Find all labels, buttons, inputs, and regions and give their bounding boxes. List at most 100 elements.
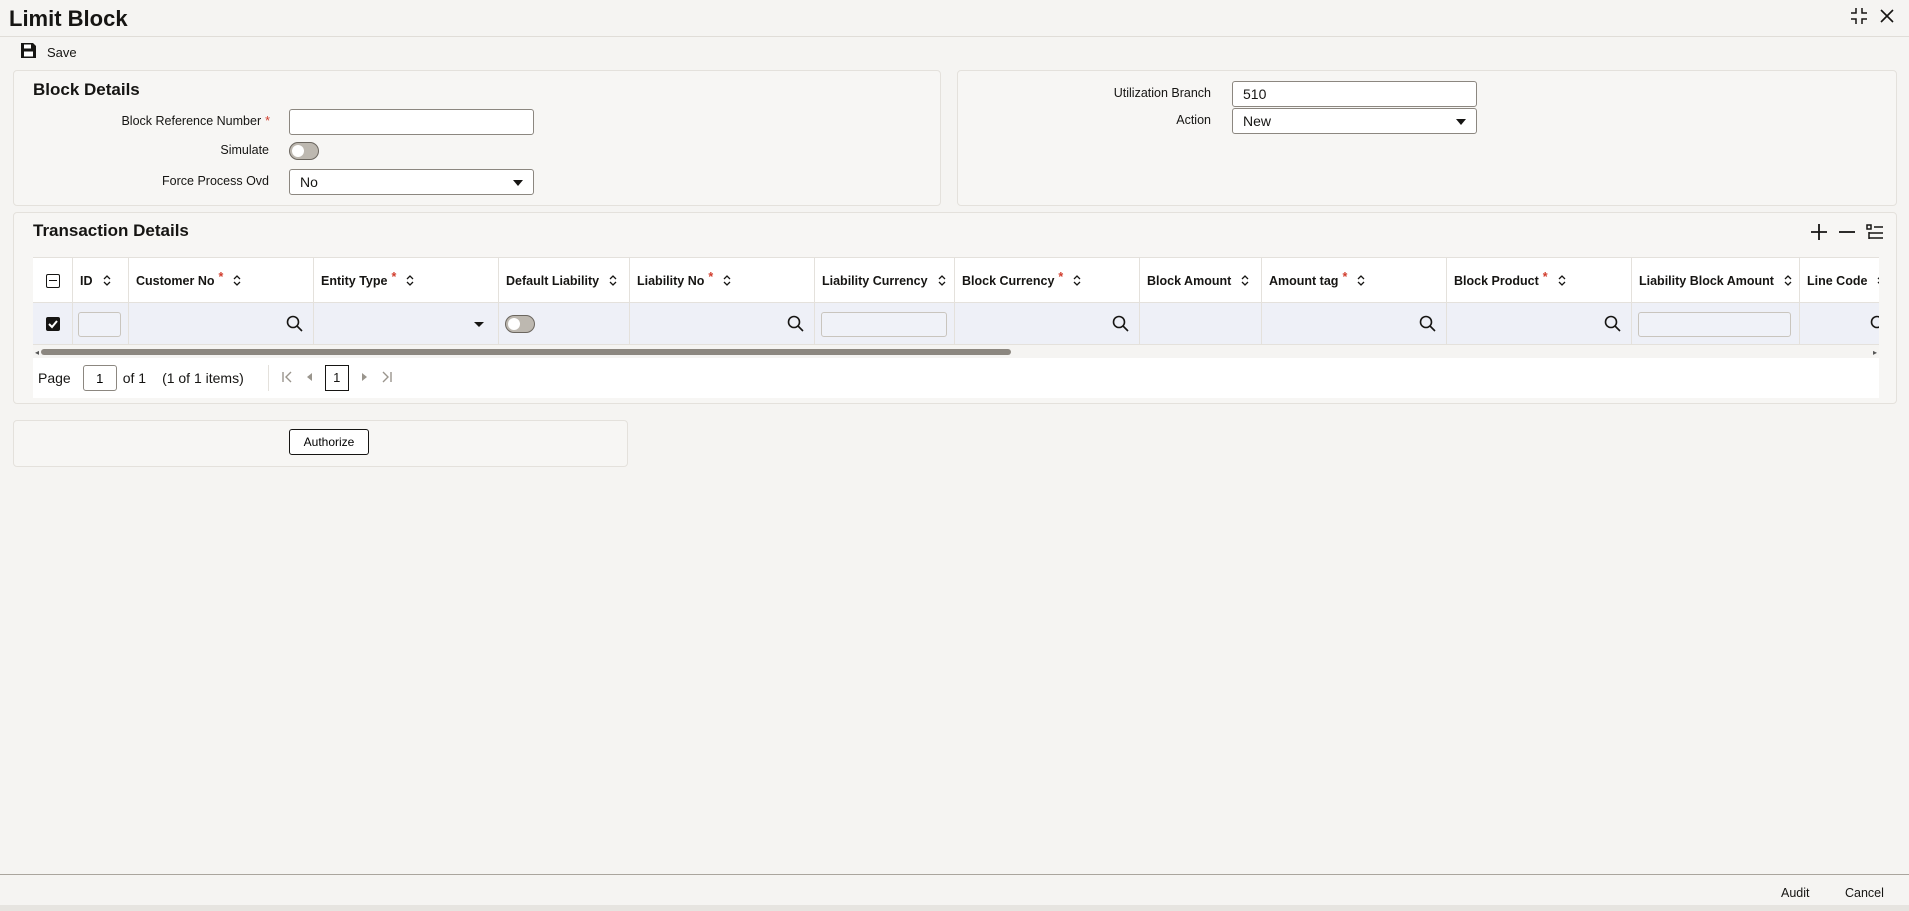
simulate-toggle[interactable]: [289, 142, 319, 160]
title-bar: Limit Block: [0, 0, 1909, 36]
transaction-table: ID Customer No * Entity Type * Default Lia…: [33, 257, 1879, 358]
scrollbar-thumb[interactable]: [41, 349, 1011, 355]
collapse-icon[interactable]: [1849, 6, 1869, 26]
action-select[interactable]: New: [1232, 108, 1477, 134]
search-icon[interactable]: [787, 315, 804, 335]
search-icon[interactable]: [1604, 315, 1621, 335]
scroll-right-arrow-icon[interactable]: ▸: [1873, 348, 1877, 357]
required-marker: *: [1058, 269, 1064, 284]
id-cell: [73, 303, 129, 345]
block-product-cell[interactable]: [1447, 303, 1632, 345]
action-label: Action: [1176, 113, 1211, 127]
column-header-liability-currency[interactable]: Liability Currency: [815, 258, 955, 303]
sort-icon: [1877, 275, 1879, 286]
current-page-button[interactable]: 1: [324, 365, 349, 391]
sort-icon: [233, 275, 241, 286]
block-amount-cell[interactable]: [1140, 303, 1262, 345]
add-row-icon[interactable]: [1809, 222, 1829, 242]
sort-icon: [1784, 275, 1792, 286]
column-label: Line Code: [1807, 273, 1868, 288]
first-page-icon[interactable]: [281, 371, 293, 386]
sort-icon: [103, 275, 111, 286]
search-icon[interactable]: [1870, 315, 1879, 335]
liability-currency-cell: [815, 303, 955, 345]
page-nav: 1: [267, 365, 393, 391]
save-button[interactable]: Save: [20, 42, 77, 62]
required-marker: *: [1542, 269, 1548, 284]
column-header-liability-block-amount[interactable]: Liability Block Amount: [1632, 258, 1800, 303]
default-liability-toggle[interactable]: [505, 315, 535, 333]
liability-currency-input[interactable]: [821, 312, 947, 337]
column-header-block-currency[interactable]: Block Currency *: [955, 258, 1140, 303]
utilization-branch-label: Utilization Branch: [1113, 86, 1211, 100]
block-details-title: Block Details: [33, 80, 140, 99]
column-label: ID: [80, 273, 93, 288]
scroll-left-arrow-icon[interactable]: ◂: [35, 348, 39, 357]
liability-block-amount-input[interactable]: [1638, 312, 1791, 337]
last-page-icon[interactable]: [381, 371, 393, 386]
pagination: Page of 1 (1 of 1 items) 1: [33, 358, 1879, 398]
column-label: Entity Type: [321, 273, 388, 288]
column-header-liability-no[interactable]: Liability No *: [630, 258, 815, 303]
column-header-entity-type[interactable]: Entity Type *: [314, 258, 499, 303]
single-view-icon[interactable]: [1865, 222, 1885, 242]
id-input[interactable]: [78, 312, 121, 337]
required-marker: *: [265, 114, 270, 128]
required-marker: *: [708, 269, 714, 284]
liability-block-amount-cell: [1632, 303, 1800, 345]
horizontal-scrollbar[interactable]: ◂ ▸: [33, 345, 1879, 358]
audit-button[interactable]: Audit: [1781, 883, 1810, 903]
page-of-label: of 1: [122, 370, 147, 386]
column-label: Liability Block Amount: [1639, 273, 1774, 288]
required-marker: *: [218, 269, 224, 284]
page-input[interactable]: [82, 365, 117, 391]
footer-divider: [0, 905, 1909, 911]
force-process-ovd-value: No: [300, 174, 318, 190]
customer-no-cell[interactable]: [129, 303, 314, 345]
checkbox-partial-icon[interactable]: [46, 273, 60, 288]
column-header-amount-tag[interactable]: Amount tag *: [1262, 258, 1447, 303]
required-marker: *: [1342, 269, 1348, 284]
column-header-line-code[interactable]: Line Code: [1800, 258, 1879, 303]
chevron-down-icon: [513, 180, 523, 186]
utilization-branch-input[interactable]: [1232, 81, 1477, 107]
sort-icon: [1073, 275, 1081, 286]
page-label: Page: [38, 370, 71, 386]
sort-icon: [1241, 275, 1249, 286]
toolbar: Save: [0, 36, 1909, 66]
window-controls: [1849, 6, 1897, 26]
column-label: Block Product: [1454, 273, 1539, 288]
authorize-button[interactable]: Authorize: [289, 429, 369, 455]
footer: Audit Cancel: [0, 874, 1909, 911]
next-page-icon[interactable]: [361, 371, 369, 385]
line-code-cell[interactable]: [1800, 303, 1879, 345]
transaction-details-title: Transaction Details: [33, 221, 189, 240]
liability-no-cell[interactable]: [630, 303, 815, 345]
column-header-block-product[interactable]: Block Product *: [1447, 258, 1632, 303]
amount-tag-cell[interactable]: [1262, 303, 1447, 345]
delete-row-icon[interactable]: [1837, 222, 1857, 242]
column-header-id[interactable]: ID: [73, 258, 129, 303]
block-currency-cell[interactable]: [955, 303, 1140, 345]
table-row[interactable]: [33, 303, 1879, 345]
search-icon[interactable]: [1419, 315, 1436, 335]
column-header-customer-no[interactable]: Customer No *: [129, 258, 314, 303]
sort-icon: [406, 275, 414, 286]
chevron-down-icon[interactable]: [474, 322, 484, 327]
block-reference-number-input[interactable]: [289, 109, 534, 135]
close-icon[interactable]: [1877, 6, 1897, 26]
force-process-ovd-select[interactable]: No: [289, 169, 534, 195]
search-icon[interactable]: [1112, 315, 1129, 335]
row-select-cell: [33, 303, 73, 345]
search-icon[interactable]: [286, 315, 303, 335]
prev-page-icon[interactable]: [305, 371, 313, 385]
entity-type-cell[interactable]: [314, 303, 499, 345]
column-header-block-amount[interactable]: Block Amount: [1140, 258, 1262, 303]
table-header: ID Customer No * Entity Type * Default Lia…: [33, 258, 1879, 303]
select-all-column: [33, 258, 73, 303]
checkbox-checked-icon[interactable]: [46, 317, 60, 331]
column-header-default-liability[interactable]: Default Liability: [499, 258, 630, 303]
action-value: New: [1243, 113, 1272, 129]
cancel-button[interactable]: Cancel: [1845, 883, 1884, 903]
column-label: Amount tag: [1269, 273, 1339, 288]
